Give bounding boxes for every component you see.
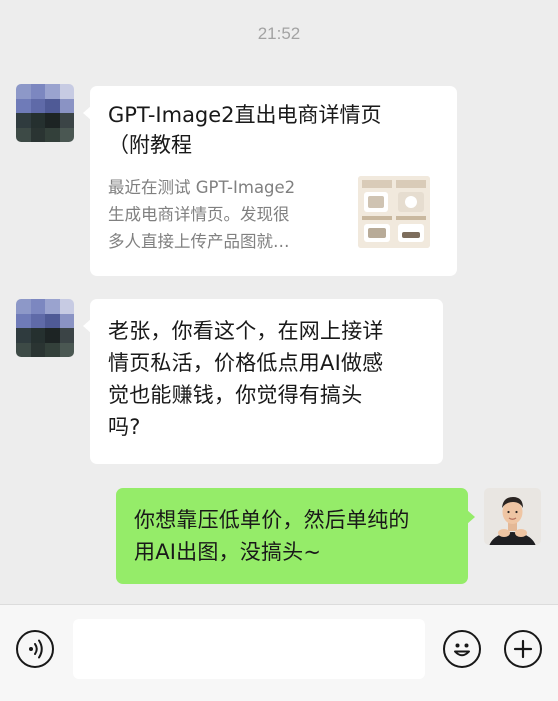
person-photo-icon <box>484 488 541 545</box>
message-line: 你想靠压低单价，然后单纯的 <box>134 508 410 532</box>
contact-avatar[interactable] <box>16 299 74 357</box>
chat-timestamp: 21:52 <box>257 24 301 43</box>
link-card-description: 最近在测试 GPT-Image2 生成电商详情页。发现很 多人直接上传产品图就… <box>108 174 348 255</box>
link-card-desc-line: 多人直接上传产品图就… <box>108 232 290 251</box>
link-card-thumbnail <box>358 176 430 248</box>
link-card-message[interactable]: GPT-Image2直出电商详情页 （附教程 最近在测试 GPT-Image2 … <box>83 86 457 276</box>
message-line: 吗? <box>108 415 141 439</box>
message-input[interactable] <box>73 619 425 679</box>
link-card-desc-line: 最近在测试 GPT-Image2 <box>108 178 296 197</box>
message-text: 老张，你看这个，在网上接详 情页私活，价格低点用AI做感 觉也能赚钱，你觉得有搞… <box>108 315 433 443</box>
message-line: 老张，你看这个，在网上接详 <box>108 319 384 343</box>
chat-input-bar <box>0 604 558 701</box>
link-card-desc-line: 生成电商详情页。发现很 <box>108 205 290 224</box>
emoji-button[interactable] <box>443 630 481 668</box>
link-card-title-line: GPT-Image2直出电商详情页 <box>108 103 382 127</box>
product-thumbnail-image <box>358 176 430 248</box>
plus-icon <box>513 639 533 659</box>
voice-button[interactable] <box>16 630 54 668</box>
message-line: 觉也能赚钱，你觉得有搞头 <box>108 383 363 407</box>
self-avatar[interactable] <box>484 488 541 545</box>
more-button[interactable] <box>504 630 542 668</box>
text-message-sent[interactable]: 你想靠压低单价，然后单纯的 用AI出图，没搞头~ <box>116 488 475 584</box>
link-card-title-line: （附教程 <box>108 133 192 157</box>
text-message-received[interactable]: 老张，你看这个，在网上接详 情页私活，价格低点用AI做感 觉也能赚钱，你觉得有搞… <box>83 299 443 464</box>
message-line: 情页私活，价格低点用AI做感 <box>108 351 384 375</box>
message-line: 用AI出图，没搞头~ <box>134 540 322 564</box>
voice-icon <box>29 639 43 659</box>
contact-avatar[interactable] <box>16 84 74 142</box>
emoji-icon <box>454 643 470 657</box>
link-card-title: GPT-Image2直出电商详情页 （附教程 <box>108 100 443 160</box>
message-text: 你想靠压低单价，然后单纯的 用AI出图，没搞头~ <box>134 504 459 568</box>
